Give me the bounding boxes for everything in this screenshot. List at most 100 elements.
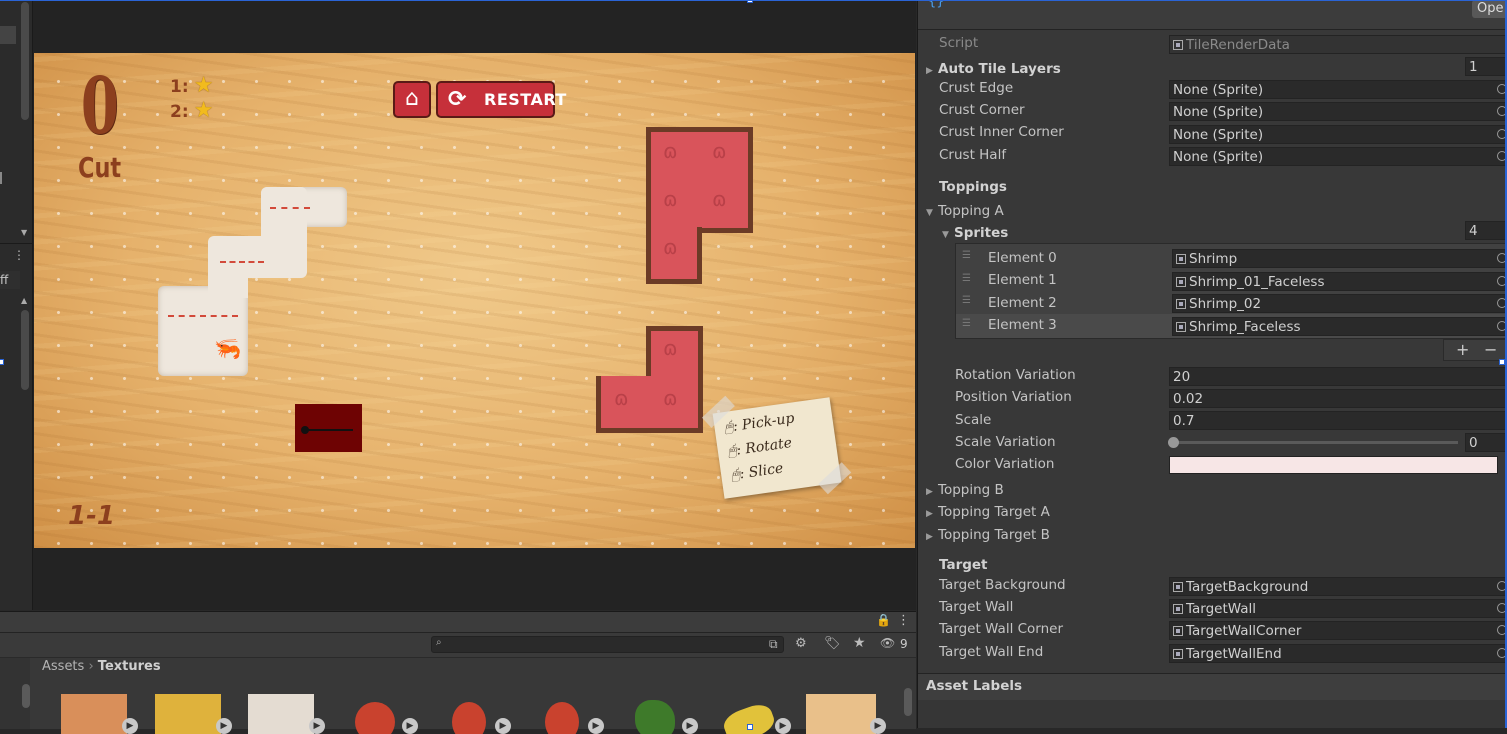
crust-edge-field[interactable]: None (Sprite) bbox=[1169, 80, 1507, 99]
hidden-packages-icon[interactable]: 👁 bbox=[880, 636, 895, 650]
play-icon[interactable]: ▶ bbox=[495, 718, 511, 734]
play-icon[interactable]: ▶ bbox=[775, 718, 791, 734]
selection-handle[interactable] bbox=[747, 724, 753, 730]
drag-handle-icon[interactable]: ☰ bbox=[962, 250, 971, 261]
element-2-field[interactable]: Shrimp_02 bbox=[1172, 294, 1507, 313]
crust-corner-field[interactable]: None (Sprite) bbox=[1169, 102, 1507, 121]
knife-tool[interactable] bbox=[295, 404, 362, 452]
target-wall-label: Target Wall bbox=[939, 599, 1014, 615]
list-footer: + − bbox=[1443, 339, 1507, 361]
texture-thumbnail[interactable] bbox=[434, 694, 500, 734]
sprite-icon bbox=[1173, 626, 1183, 636]
more-options-icon[interactable]: ⋮ bbox=[897, 613, 910, 628]
game-canvas[interactable]: 0 Cut 1: ★ 2: ★ ⌂ ⟳ RESTART 🦐 ɷ ɷ ɷ ɷ ɷ … bbox=[34, 53, 915, 548]
target-wall-field[interactable]: TargetWall bbox=[1169, 599, 1507, 618]
search-by-type-icon[interactable]: ⧉ bbox=[769, 637, 778, 652]
more-options-icon[interactable]: ⋮ bbox=[13, 248, 25, 262]
filter-by-label-icon[interactable]: 🏷 bbox=[824, 636, 841, 651]
element-3-field[interactable]: Shrimp_Faceless bbox=[1172, 317, 1507, 336]
play-icon[interactable]: ▶ bbox=[309, 718, 325, 734]
texture-thumbnail[interactable] bbox=[527, 694, 593, 734]
folder-tree-edge bbox=[0, 658, 30, 729]
asset-labels-bar[interactable]: Asset Labels bbox=[918, 673, 1507, 701]
add-element-button[interactable]: + bbox=[1456, 340, 1469, 360]
element-3-label: Element 3 bbox=[988, 317, 1057, 333]
dough-tile[interactable] bbox=[208, 268, 248, 298]
scale-field[interactable]: 0.7 bbox=[1169, 411, 1507, 430]
target-wall-end-field[interactable]: TargetWallEnd bbox=[1169, 644, 1507, 663]
star-goal-1: 1: ★ bbox=[170, 73, 214, 98]
play-icon[interactable]: ▶ bbox=[682, 718, 698, 734]
texture-thumbnail[interactable] bbox=[61, 694, 127, 734]
partial-dropdown[interactable]: ff bbox=[0, 271, 20, 289]
texture-thumbnail[interactable] bbox=[806, 694, 876, 734]
scale-variation-slider[interactable] bbox=[1174, 441, 1458, 444]
drag-handle-icon[interactable]: ☰ bbox=[962, 295, 971, 306]
texture-thumbnail[interactable] bbox=[621, 694, 687, 734]
topping-b-foldout[interactable]: ▶ Topping B bbox=[926, 479, 1004, 498]
script-label: Script bbox=[939, 35, 979, 51]
toppings-header: Toppings bbox=[939, 179, 1007, 195]
element-1-field[interactable]: Shrimp_01_Faceless bbox=[1172, 272, 1507, 291]
color-variation-label: Color Variation bbox=[955, 456, 1055, 472]
favorites-icon[interactable]: ★ bbox=[853, 635, 866, 651]
filter-by-type-icon[interactable]: ⚙ bbox=[795, 636, 807, 651]
sprites-foldout[interactable]: ▼ Sprites bbox=[942, 222, 1008, 241]
home-button[interactable]: ⌂ bbox=[393, 81, 431, 118]
asset-search-input[interactable]: ⌕ bbox=[431, 636, 784, 653]
breadcrumb-assets[interactable]: Assets bbox=[42, 659, 84, 674]
topping-target-a-foldout[interactable]: ▶ Topping Target A bbox=[926, 501, 1050, 520]
sprites-count[interactable]: 4 bbox=[1465, 221, 1507, 240]
inspector-scrollbar[interactable] bbox=[21, 310, 29, 390]
auto-tile-layers-count[interactable]: 1 bbox=[1465, 57, 1507, 76]
topping-target-b-foldout[interactable]: ▶ Topping Target B bbox=[926, 524, 1050, 543]
hierarchy-scrollbar[interactable] bbox=[21, 2, 29, 120]
breadcrumb-textures[interactable]: Textures bbox=[98, 659, 161, 674]
target-background-field[interactable]: TargetBackground bbox=[1169, 577, 1507, 596]
color-variation-swatch[interactable] bbox=[1169, 456, 1498, 474]
target-wall-corner-field[interactable]: TargetWallCorner bbox=[1169, 621, 1507, 640]
asset-grid-scrollbar[interactable] bbox=[904, 688, 912, 716]
hierarchy-selected-row[interactable] bbox=[0, 26, 16, 44]
play-icon[interactable]: ▶ bbox=[588, 718, 604, 734]
scroll-up-icon[interactable]: ▲ bbox=[21, 296, 27, 305]
crust-inner-corner-field[interactable]: None (Sprite) bbox=[1169, 125, 1507, 144]
star-goal-2: 2: ★ bbox=[170, 98, 214, 123]
texture-thumbnail[interactable] bbox=[248, 694, 314, 734]
restart-button[interactable]: ⟳ RESTART bbox=[436, 81, 566, 118]
tick-mark bbox=[0, 172, 2, 184]
hierarchy-panel-edge: ▼ ⋮ ff ▲ bbox=[0, 0, 33, 610]
selection-handle[interactable] bbox=[0, 359, 4, 365]
crust-half-field[interactable]: None (Sprite) bbox=[1169, 147, 1507, 166]
target-header: Target bbox=[939, 557, 988, 573]
texture-thumbnail[interactable] bbox=[155, 694, 221, 734]
slider-thumb[interactable] bbox=[1168, 437, 1179, 448]
play-icon[interactable]: ▶ bbox=[402, 718, 418, 734]
rotation-variation-field[interactable]: 20 bbox=[1169, 367, 1507, 386]
element-0-field[interactable]: Shrimp bbox=[1172, 249, 1507, 268]
position-variation-field[interactable]: 0.02 bbox=[1169, 389, 1507, 408]
play-icon[interactable]: ▶ bbox=[216, 718, 232, 734]
sprite-icon bbox=[1176, 299, 1186, 309]
play-icon[interactable]: ▶ bbox=[122, 718, 138, 734]
drag-handle-icon[interactable]: ☰ bbox=[962, 318, 971, 329]
remove-element-button[interactable]: − bbox=[1484, 340, 1497, 360]
folder-scrollbar[interactable] bbox=[22, 684, 30, 708]
texture-thumbnail[interactable] bbox=[341, 694, 407, 734]
element-0-label: Element 0 bbox=[988, 250, 1057, 266]
project-toolbar: ⌕ ⧉ ⚙ 🏷 ★ 👁 9 bbox=[0, 633, 916, 658]
shrimp-outline-icon: ɷ bbox=[663, 187, 678, 211]
cut-line bbox=[270, 207, 310, 211]
open-button[interactable]: Ope bbox=[1472, 0, 1507, 18]
drag-handle-icon[interactable]: ☰ bbox=[962, 273, 971, 284]
play-icon[interactable]: ▶ bbox=[870, 718, 886, 734]
crust-half-label: Crust Half bbox=[939, 147, 1007, 163]
divider bbox=[0, 243, 32, 244]
hidden-count: 9 bbox=[900, 637, 908, 651]
topping-a-foldout[interactable]: ▼ Topping A bbox=[926, 200, 1004, 219]
dough-tile[interactable] bbox=[158, 286, 248, 376]
auto-tile-layers-foldout[interactable]: ▶ Auto Tile Layers bbox=[926, 58, 1061, 77]
scale-variation-value[interactable]: 0 bbox=[1465, 433, 1507, 452]
lock-icon[interactable]: 🔒 bbox=[876, 613, 891, 627]
scroll-down-icon[interactable]: ▼ bbox=[21, 228, 27, 237]
